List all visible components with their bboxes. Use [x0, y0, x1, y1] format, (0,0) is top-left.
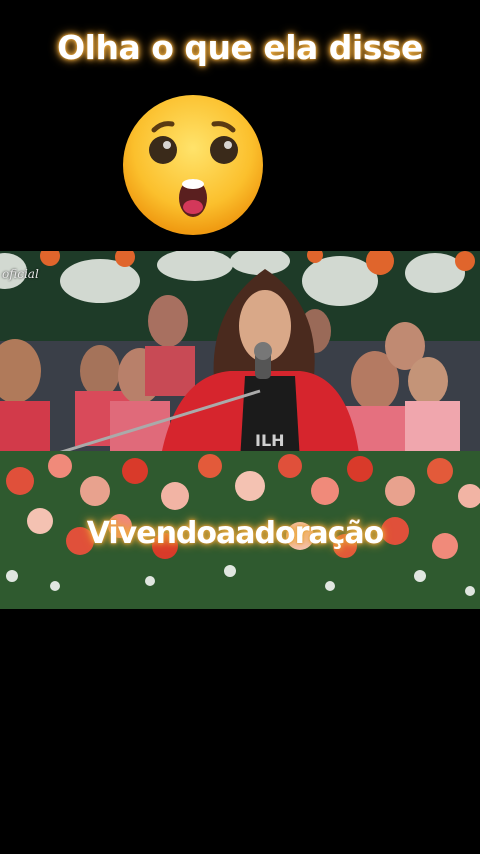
top-caption: Olha o que ela disse: [57, 28, 423, 67]
astonished-face-icon: [123, 95, 263, 235]
video-watermark: oficial: [2, 267, 39, 281]
video-player[interactable]: ILH oficial: [0, 251, 480, 609]
svg-text:ILH: ILH: [255, 431, 285, 450]
video-frame: ILH: [0, 251, 480, 609]
overlay-caption: Vivendoaadoração: [86, 516, 385, 551]
